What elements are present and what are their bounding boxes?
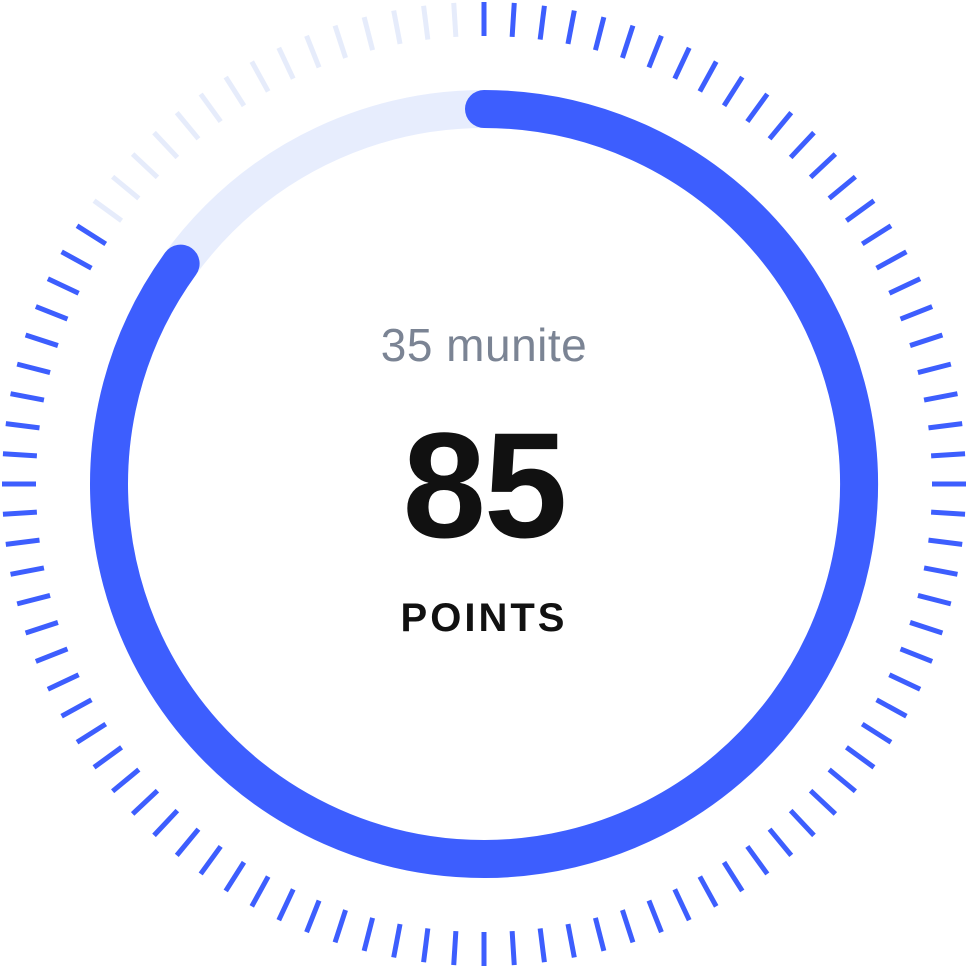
- gauge-tick: [646, 899, 664, 934]
- score-value: 85: [402, 401, 568, 569]
- gauge-tick: [249, 60, 271, 93]
- gauge-tick: [565, 10, 577, 45]
- gauge-tick: [276, 46, 296, 80]
- gauge-tick: [827, 767, 857, 794]
- gauge-tick: [111, 174, 141, 201]
- gauge-tick: [174, 111, 201, 141]
- gauge-tick: [391, 10, 403, 45]
- gauge-tick: [788, 808, 816, 838]
- gauge-tick: [130, 788, 160, 816]
- gauge-tick: [92, 745, 124, 770]
- gauge-tick: [697, 875, 719, 908]
- gauge-tick: [672, 46, 692, 80]
- gauge-tick: [592, 917, 607, 952]
- gauge-tick: [537, 928, 547, 963]
- gauge-tick: [592, 16, 607, 51]
- duration-label: 35 munite: [380, 319, 588, 371]
- gauge-tick: [92, 198, 124, 223]
- gauge-tick: [923, 565, 958, 577]
- gauge-tick: [10, 565, 45, 577]
- gauge-tick: [860, 223, 893, 247]
- gauge-tick: [509, 2, 517, 38]
- gauge-tick: [808, 152, 838, 180]
- gauge-tick: [391, 923, 403, 958]
- gauge-tick: [808, 788, 838, 816]
- gauge-tick: [721, 860, 745, 893]
- gauge-tick: [304, 899, 322, 934]
- gauge-tick: [697, 60, 719, 93]
- gauge-tick: [767, 111, 794, 141]
- gauge-tick: [620, 24, 636, 59]
- gauge-tick: [223, 860, 247, 893]
- gauge-tick: [875, 697, 908, 719]
- gauge-tick: [844, 745, 876, 770]
- gauge-tick: [451, 2, 459, 38]
- gauge-tick: [60, 697, 93, 719]
- gauge-tick: [860, 721, 893, 745]
- gauge-tick: [788, 130, 816, 160]
- gauge-tick: [767, 827, 794, 857]
- gauge-tick: [46, 672, 80, 692]
- gauge-tick: [888, 672, 922, 692]
- gauge-tick: [111, 767, 141, 794]
- gauge-tick: [875, 249, 908, 271]
- gauge-tick: [827, 174, 857, 201]
- gauge-tick: [249, 875, 271, 908]
- score-gauge: 35 munite 85 POINTS: [0, 0, 968, 968]
- gauge-tick: [75, 223, 108, 247]
- gauge-tick: [10, 391, 45, 403]
- gauge-tick: [421, 928, 431, 963]
- gauge-tick: [361, 917, 376, 952]
- gauge-tick: [60, 249, 93, 271]
- gauge-tick: [888, 276, 922, 296]
- gauge-tick: [75, 721, 108, 745]
- score-unit: POINTS: [400, 596, 568, 640]
- gauge-tick: [451, 930, 459, 966]
- gauge-tick: [672, 888, 692, 922]
- gauge-tick: [198, 844, 223, 876]
- gauge-tick: [537, 5, 547, 40]
- gauge-tick: [130, 152, 160, 180]
- gauge-tick: [721, 75, 745, 108]
- gauge-tick: [745, 844, 770, 876]
- gauge-tick: [34, 646, 69, 664]
- gauge-tick: [745, 92, 770, 124]
- gauge-tick: [509, 930, 517, 966]
- gauge-tick: [174, 827, 201, 857]
- gauge-tick: [332, 24, 348, 59]
- gauge-tick: [421, 5, 431, 40]
- gauge-tick: [46, 276, 80, 296]
- gauge-tick: [361, 16, 376, 51]
- gauge-tick: [923, 391, 958, 403]
- gauge-tick: [276, 888, 296, 922]
- gauge-tick: [565, 923, 577, 958]
- gauge-tick: [646, 34, 664, 69]
- gauge-tick: [152, 130, 180, 160]
- gauge-tick: [620, 909, 636, 944]
- gauge-tick: [844, 198, 876, 223]
- gauge-tick: [899, 646, 934, 664]
- gauge-tick: [304, 34, 322, 69]
- gauge-tick: [152, 808, 180, 838]
- gauge-tick: [198, 92, 223, 124]
- gauge-tick: [332, 909, 348, 944]
- gauge-tick: [223, 75, 247, 108]
